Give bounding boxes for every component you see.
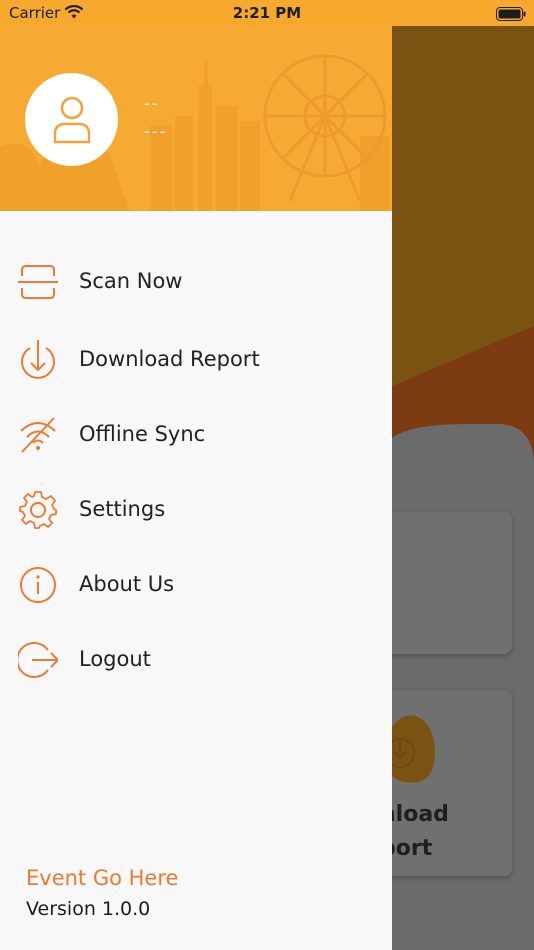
menu-item-logout[interactable]: Logout	[0, 629, 392, 689]
event-name: Event Go Here	[26, 866, 179, 890]
menu-item-download-report[interactable]: Download Report	[0, 329, 392, 389]
menu-item-offline-sync[interactable]: Offline Sync	[0, 404, 392, 464]
info-icon	[18, 565, 58, 605]
logout-icon	[16, 640, 60, 680]
clock: 2:21 PM	[232, 4, 302, 22]
download-icon	[18, 340, 58, 380]
menu-item-label: Download Report	[79, 347, 260, 371]
menu-item-scan-now[interactable]: Scan Now	[0, 251, 392, 311]
menu-item-label: Offline Sync	[79, 422, 206, 446]
app-version: Version 1.0.0	[26, 898, 151, 920]
drawer-header: -- ---	[0, 26, 392, 211]
user-icon	[53, 96, 90, 143]
avatar[interactable]	[25, 73, 118, 166]
scan-icon	[18, 262, 58, 302]
background-card-download: nload port	[380, 690, 512, 876]
menu-item-settings[interactable]: Settings	[0, 479, 392, 539]
menu-item-label: Scan Now	[79, 269, 183, 293]
side-drawer: -- --- Scan Now Download Report Offline …	[0, 26, 392, 950]
user-detail: ---	[144, 122, 168, 141]
offline-sync-icon	[18, 415, 58, 455]
background-card-scan	[380, 512, 512, 654]
menu-item-label: About Us	[79, 572, 175, 596]
menu-item-label: Logout	[79, 647, 151, 671]
status-bar: Carrier 2:21 PM	[0, 0, 534, 26]
menu-item-label: Settings	[79, 497, 166, 521]
menu-item-about-us[interactable]: About Us	[0, 554, 392, 614]
gear-icon	[18, 490, 58, 530]
battery-icon	[496, 6, 526, 25]
user-name: --	[144, 94, 160, 113]
